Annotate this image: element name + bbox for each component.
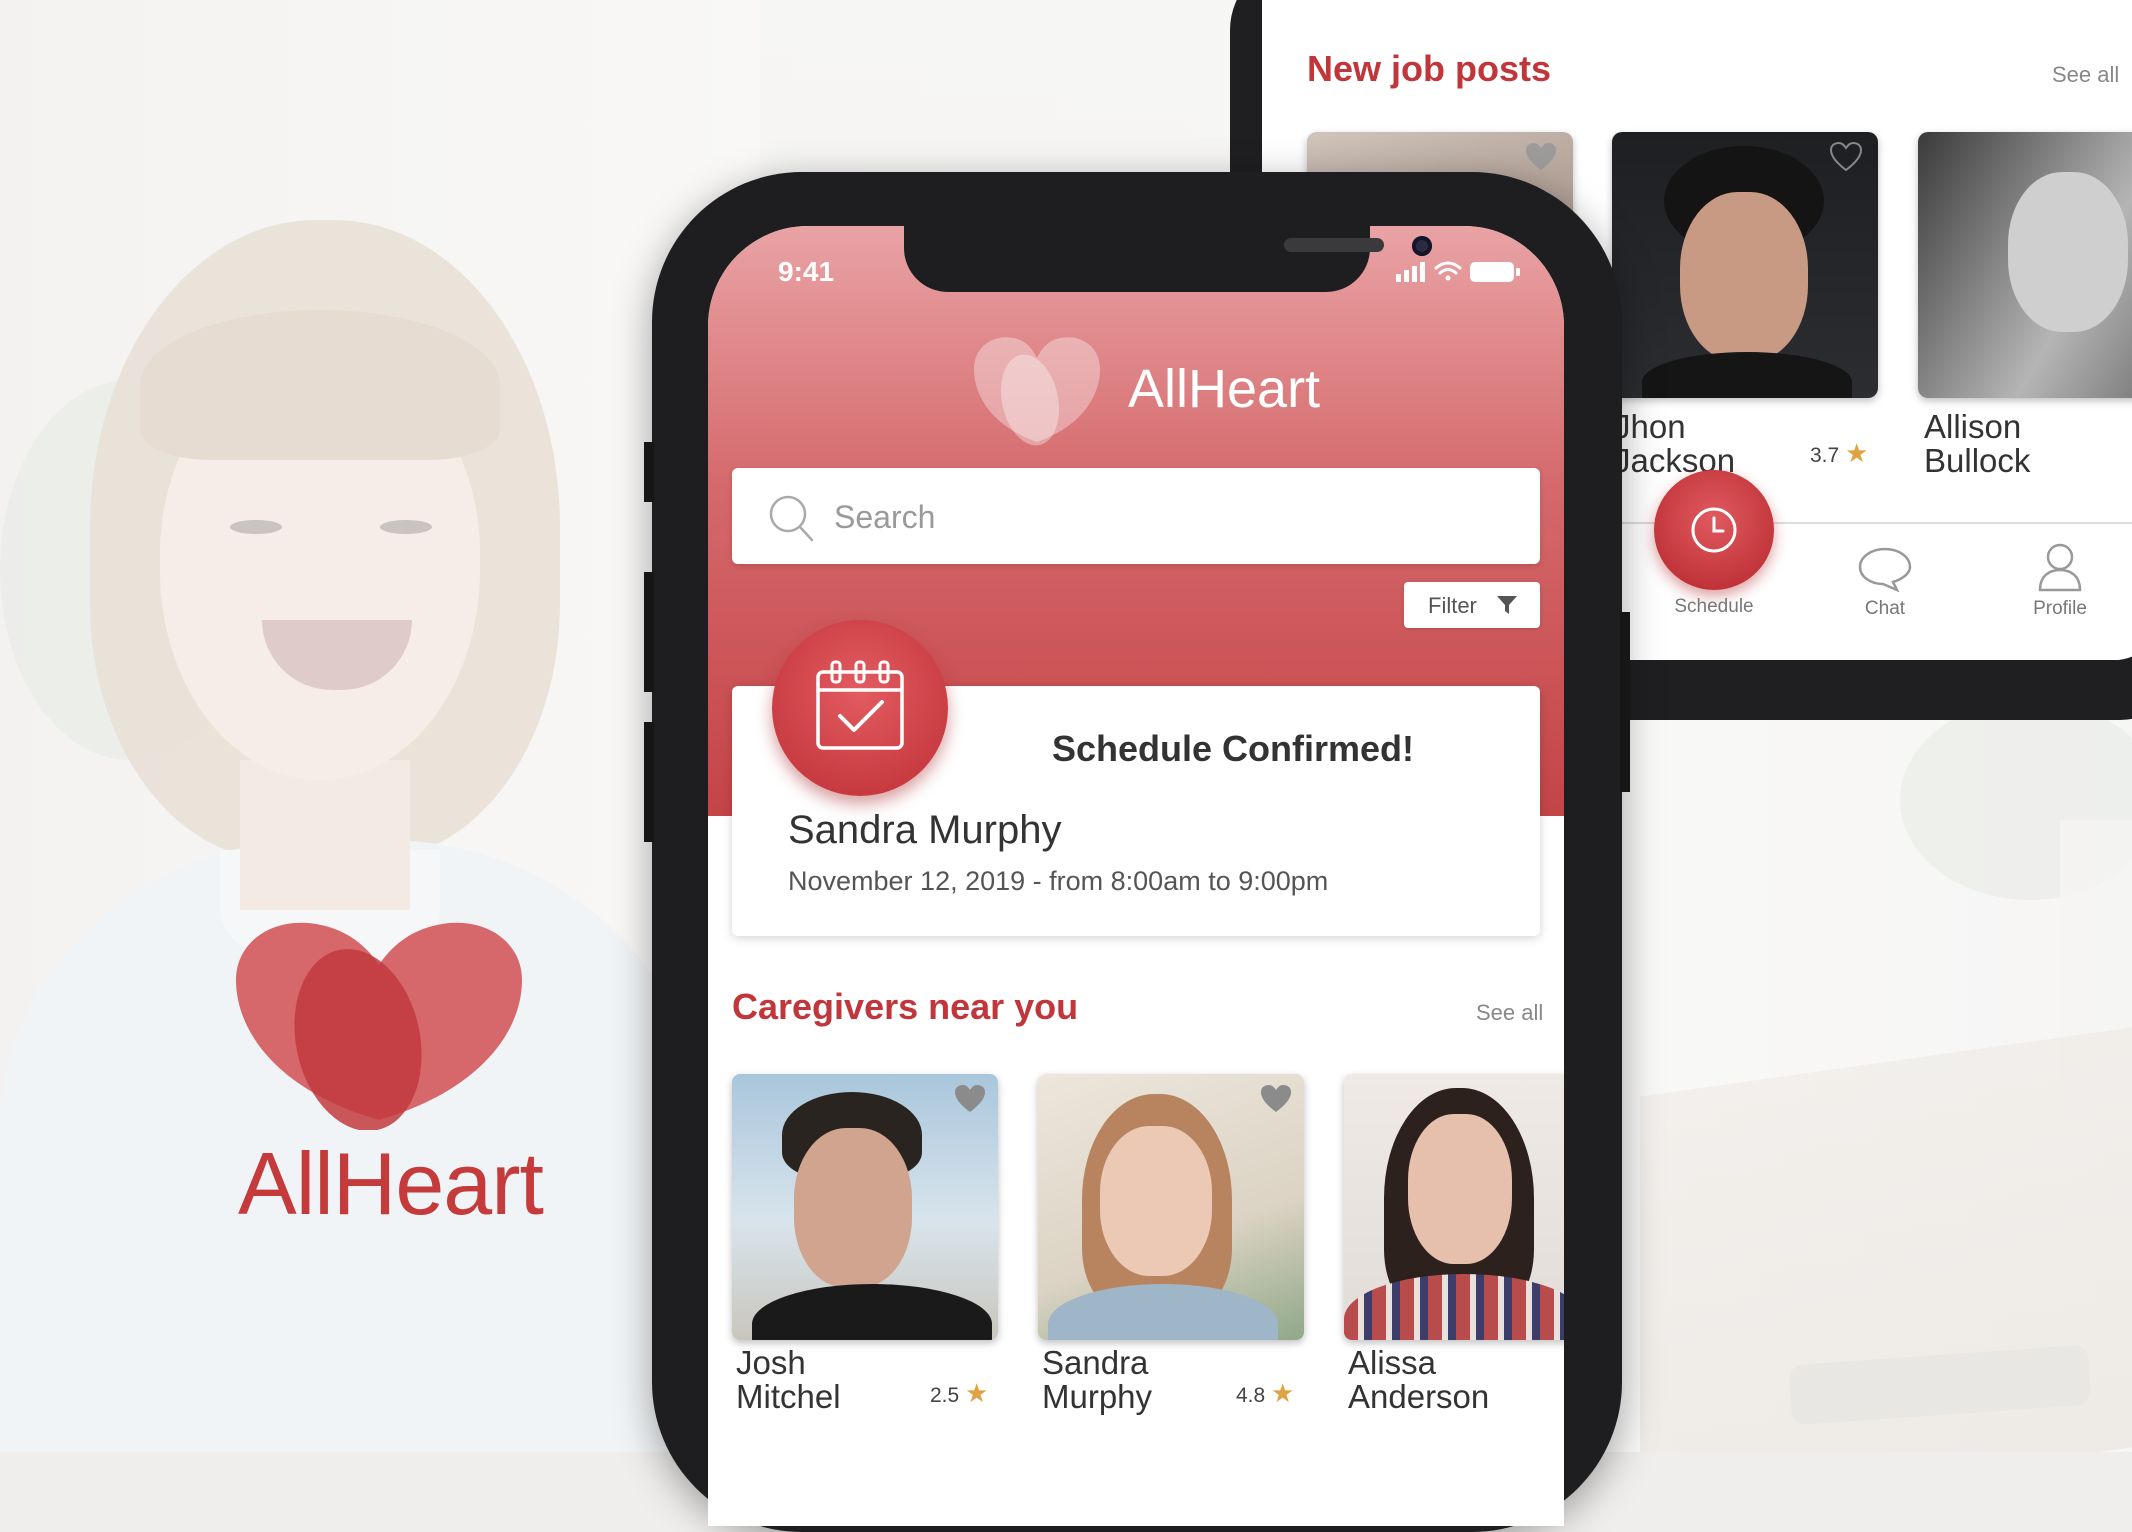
front-phone-screen: 9:41 AllHeart Filter Schedule Confirmed!… [708, 226, 1564, 1526]
caregiver-name: Sandra Murphy [1042, 1344, 1153, 1415]
tab-chat[interactable]: Chat [1825, 546, 1945, 620]
battery-icon [1470, 262, 1520, 282]
heart-favorite-icon[interactable] [1260, 1084, 1292, 1114]
job-post-rating: 3.7 ★ [1810, 438, 1869, 468]
see-all-job-posts-link[interactable]: See all [2052, 62, 2119, 88]
allheart-logo-icon [236, 922, 522, 1130]
search-bar[interactable] [732, 468, 1540, 564]
signal-icon [1396, 262, 1425, 282]
front-camera [1412, 236, 1432, 256]
caregiver-rating: 4.8 ★ [1236, 1378, 1295, 1408]
see-all-caregivers-link[interactable]: See all [1476, 1000, 1543, 1026]
caregiver-photo-sandra[interactable] [1038, 1074, 1304, 1340]
schedule-fab-button[interactable] [1654, 470, 1774, 590]
schedule-date: November 12, 2019 - from 8:00am to 9:00p… [788, 866, 1329, 896]
section-title-caregivers: Caregivers near you [732, 986, 1079, 1027]
heart-favorite-icon[interactable] [954, 1084, 986, 1114]
phone-notch [904, 226, 1432, 292]
section-title-job-posts: New job posts [1307, 48, 1552, 89]
mute-switch [644, 442, 654, 502]
status-time: 9:41 [778, 256, 835, 287]
brand-wordmark: AllHeart [238, 1134, 544, 1233]
job-post-photo-jhon[interactable] [1612, 132, 1878, 398]
calendar-badge [772, 620, 948, 796]
clock-icon [1691, 507, 1737, 553]
funnel-icon [1497, 596, 1517, 614]
schedule-title: Schedule Confirmed! [1052, 728, 1415, 769]
caregiver-name: Josh Mitchel [736, 1344, 841, 1415]
status-icons [1396, 261, 1520, 282]
calendar-check-icon [816, 660, 904, 750]
app-heart-logo-icon [974, 337, 1100, 446]
search-input[interactable] [832, 488, 1516, 546]
job-post-name: Jhon Jackson [1614, 408, 1736, 479]
volume-up-button [644, 572, 654, 692]
heart-favorite-icon[interactable] [1830, 142, 1862, 172]
wifi-icon [1434, 261, 1462, 281]
star-icon: ★ [1271, 1378, 1295, 1408]
filter-button[interactable]: Filter [1404, 582, 1540, 628]
job-post-name: Allison Bullock [1924, 408, 2031, 479]
tab-profile[interactable]: Profile [2000, 542, 2120, 620]
person-icon [2038, 543, 2082, 592]
star-icon: ★ [965, 1378, 989, 1408]
power-button [1620, 612, 1630, 792]
caregiver-photo-josh[interactable] [732, 1074, 998, 1340]
star-icon: ★ [1845, 438, 1869, 468]
tab-schedule[interactable]: Schedule [1654, 596, 1774, 618]
caregiver-photo-alissa[interactable] [1344, 1074, 1564, 1340]
chat-bubble-icon [1858, 547, 1912, 593]
search-icon [769, 495, 814, 542]
schedule-caregiver-name: Sandra Murphy [788, 808, 1062, 852]
caregiver-name: Alissa Anderson [1348, 1344, 1490, 1415]
heart-favorite-icon[interactable] [1525, 142, 1557, 172]
volume-down-button [644, 722, 654, 842]
filter-label: Filter [1428, 593, 1477, 618]
app-title: AllHeart [1128, 359, 1321, 419]
job-post-photo-allison[interactable] [1918, 132, 2132, 398]
caregiver-rating: 2.5 ★ [930, 1378, 989, 1408]
